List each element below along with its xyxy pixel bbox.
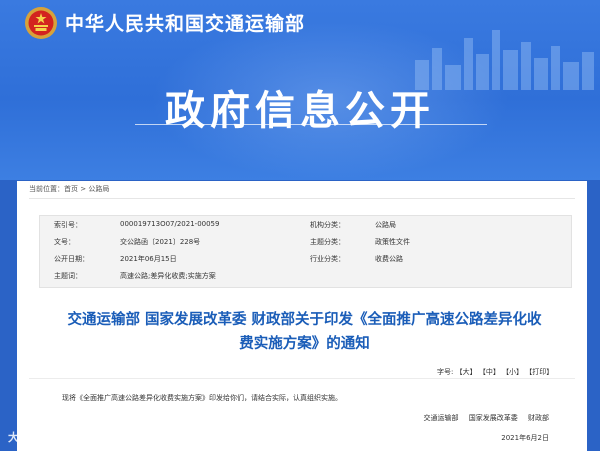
document-title-line-1: 交通运输部 国家发展改革委 财政部关于印发《全面推广高速公路差异化收 — [67, 312, 542, 328]
meta-value-agency: 公路局 — [375, 221, 396, 229]
font-large-button[interactable]: 【大】 — [456, 368, 477, 376]
meta-label-docnum: 文号： — [54, 238, 75, 246]
banner-underline — [135, 124, 487, 125]
meta-value-docnum: 交公路函〔2021〕228号 — [120, 238, 201, 246]
meta-label-industry: 行业分类： — [310, 255, 345, 263]
breadcrumb-prefix: 当前位置： — [29, 185, 64, 193]
document-title-line-2: 费实施方案》的通知 — [239, 336, 370, 352]
meta-value-keywords: 高速公路;差异化收费;实施方案 — [120, 272, 216, 280]
signers: 交通运输部 国家发展改革委 财政部 — [416, 413, 549, 423]
meta-label-keywords: 主题词： — [54, 272, 82, 280]
meta-value-topic: 政策性文件 — [375, 238, 410, 246]
signer-2: 国家发展改革委 — [468, 414, 518, 422]
document-body: 现将《全面推广高速公路差异化收费实施方案》印发给你们，请结合实际，认真组织实施。 — [62, 394, 342, 402]
content-divider — [29, 378, 575, 379]
national-emblem-icon — [25, 7, 57, 39]
breadcrumb-home-link[interactable]: 首页 — [64, 185, 78, 193]
meta-value-pubdate: 2021年06月15日 — [120, 255, 177, 263]
watermark-text: 大敏网络 — [8, 431, 56, 444]
meta-label-topic: 主题分类： — [310, 238, 345, 246]
banner-title: 政府信息公开 — [165, 88, 435, 134]
font-size-label: 字号: — [437, 368, 454, 376]
breadcrumb-divider — [29, 198, 575, 199]
signer-3: 财政部 — [528, 414, 549, 422]
meta-label-agency: 机构分类： — [310, 221, 345, 229]
breadcrumb-separator: > — [80, 185, 87, 193]
font-size-controls: 字号: 【大】 【中】 【小】 【打印】 — [437, 367, 553, 377]
signing-date: 2021年6月2日 — [501, 434, 549, 442]
document-metadata-table: 索引号： 000019713O07/2021-00059 机构分类： 公路局 文… — [39, 215, 572, 288]
print-button[interactable]: 【打印】 — [525, 368, 553, 376]
font-small-button[interactable]: 【小】 — [502, 368, 523, 376]
breadcrumb-current-link[interactable]: 公路局 — [88, 185, 109, 193]
meta-label-index: 索引号： — [54, 221, 82, 229]
meta-value-index: 000019713O07/2021-00059 — [120, 220, 220, 228]
content-panel: 当前位置：首页 > 公路局 索引号： 000019713O07/2021-000… — [17, 181, 587, 451]
site-title[interactable]: 中华人民共和国交通运输部 — [65, 9, 305, 36]
signer-1: 交通运输部 — [423, 414, 459, 422]
document-title: 交通运输部 国家发展改革委 财政部关于印发《全面推广高速公路差异化收 费实施方案… — [42, 308, 567, 356]
meta-value-industry: 收费公路 — [375, 255, 403, 263]
hero-banner: 中华人民共和国交通运输部 政府信息公开 — [0, 0, 600, 180]
meta-label-pubdate: 公开日期： — [54, 255, 89, 263]
breadcrumb: 当前位置：首页 > 公路局 — [29, 184, 109, 194]
font-medium-button[interactable]: 【中】 — [479, 368, 500, 376]
